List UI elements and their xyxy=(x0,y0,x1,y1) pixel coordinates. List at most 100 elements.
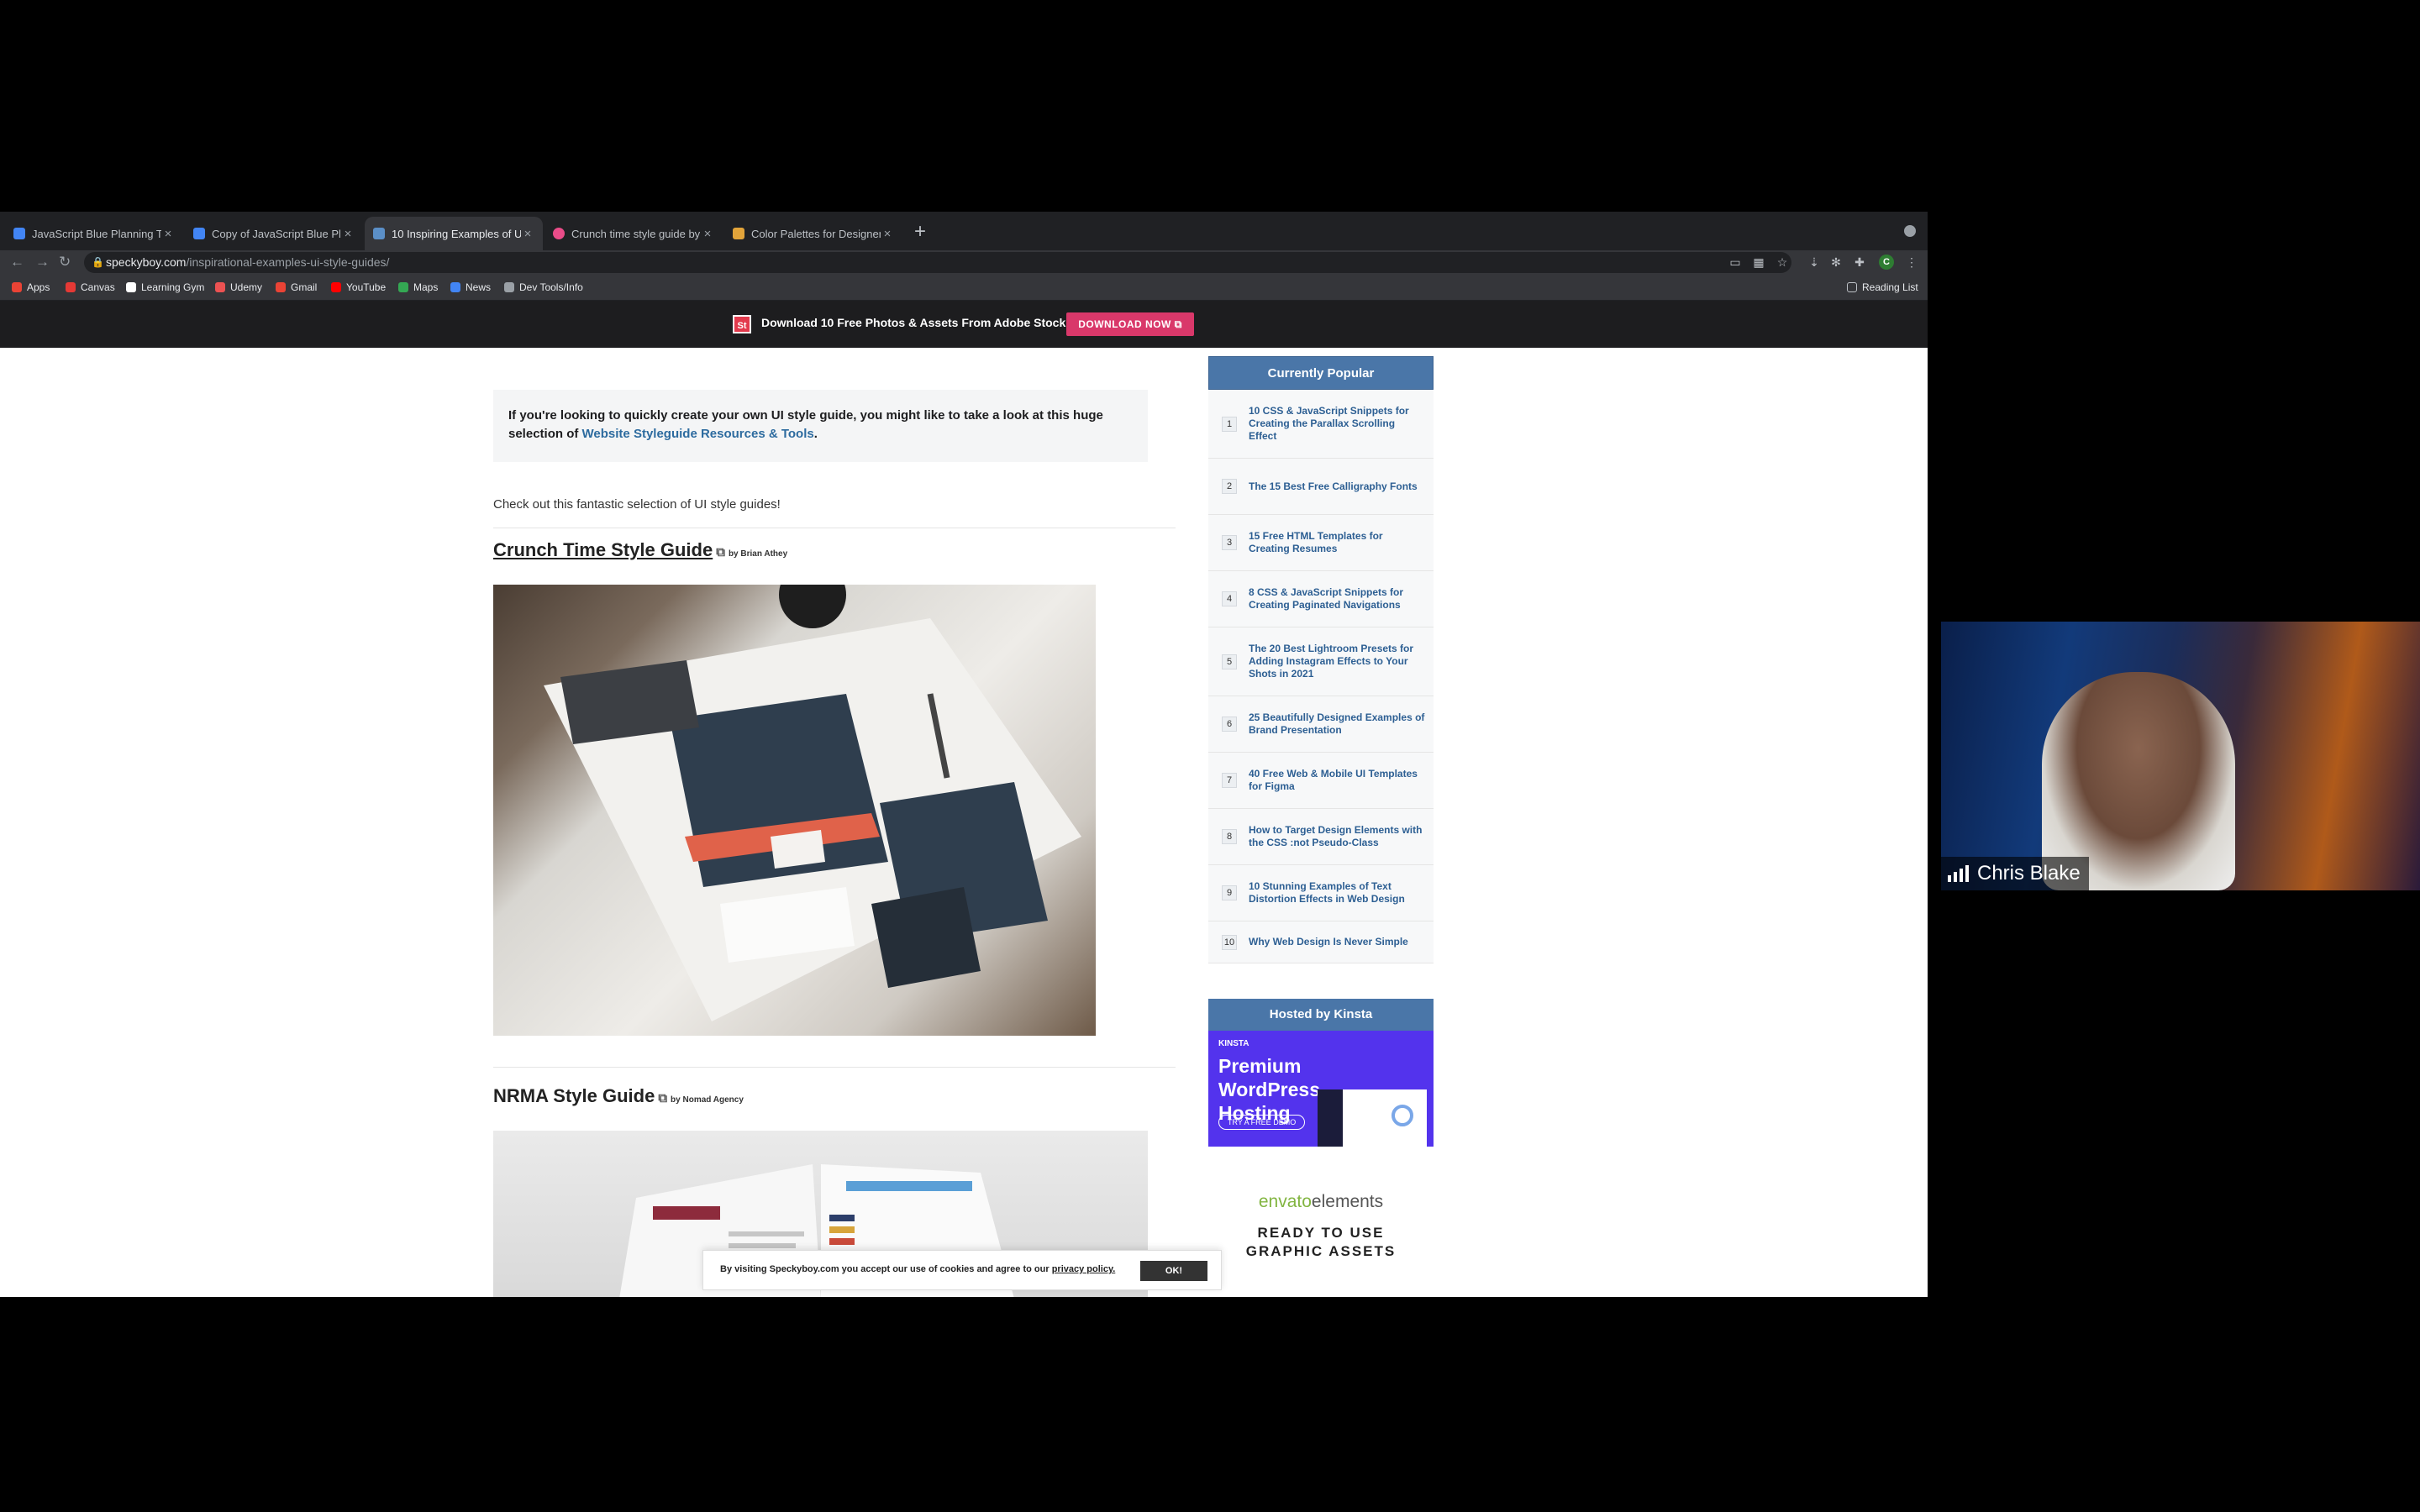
tab-4[interactable]: Color Palettes for Designers a × xyxy=(724,217,902,250)
close-tab-icon[interactable]: × xyxy=(701,227,714,241)
popular-link[interactable]: Why Web Design Is Never Simple xyxy=(1249,936,1408,948)
extensions-puzzle-icon[interactable]: ✚ xyxy=(1854,256,1865,268)
docs-favicon-icon xyxy=(193,228,205,239)
popular-link[interactable]: How to Target Design Elements with the C… xyxy=(1249,824,1425,849)
tab-2-active[interactable]: 10 Inspiring Examples of UI St × xyxy=(365,217,543,250)
learning-gym-icon xyxy=(126,282,136,292)
nrma-link[interactable]: NRMA Style Guide xyxy=(493,1085,655,1106)
rank-badge: 8 xyxy=(1222,829,1237,844)
bookmark-canvas[interactable]: Canvas xyxy=(66,281,115,293)
kinsta-banner[interactable]: KINSTA Premium WordPress Hosting TRY A F… xyxy=(1208,1031,1434,1147)
settings-gear-icon[interactable]: ✻ xyxy=(1830,256,1842,268)
docs-favicon-icon xyxy=(13,228,25,239)
popular-item[interactable]: 3 15 Free HTML Templates for Creating Res… xyxy=(1208,515,1434,571)
popular-link[interactable]: 8 CSS & JavaScript Snippets for Creating… xyxy=(1249,586,1425,612)
popular-item[interactable]: 2 The 15 Best Free Calligraphy Fonts xyxy=(1208,459,1434,515)
close-tab-icon[interactable]: × xyxy=(521,227,534,241)
popular-link[interactable]: 40 Free Web & Mobile UI Templates for Fi… xyxy=(1249,768,1425,793)
bookmark-udemy[interactable]: Udemy xyxy=(215,281,262,293)
envato-elements-ad[interactable]: envatoelements READY TO USE GRAPHIC ASSE… xyxy=(1208,1192,1434,1261)
bookmark-youtube[interactable]: YouTube xyxy=(331,281,386,293)
cookie-ok-button[interactable]: OK! xyxy=(1140,1261,1207,1281)
popular-heading: Currently Popular xyxy=(1208,356,1434,390)
bookmark-dev-tools[interactable]: Dev Tools/Info xyxy=(504,281,583,293)
tab-0[interactable]: JavaScript Blue Planning Temp × xyxy=(5,217,183,250)
popular-link[interactable]: 10 Stunning Examples of Text Distortion … xyxy=(1249,880,1425,906)
popular-item[interactable]: 1 10 CSS & JavaScript Snippets for Creati… xyxy=(1208,390,1434,459)
tab-title: JavaScript Blue Planning Temp xyxy=(32,227,161,240)
popular-item[interactable]: 9 10 Stunning Examples of Text Distortion… xyxy=(1208,865,1434,921)
window-close-icon[interactable] xyxy=(1904,225,1916,237)
back-arrow-icon[interactable]: ← xyxy=(10,254,24,270)
bookmark-label: Gmail xyxy=(291,281,318,293)
rank-badge: 4 xyxy=(1222,591,1237,606)
currently-popular-widget: Currently Popular 1 10 CSS & JavaScript S… xyxy=(1208,356,1434,963)
rank-badge: 9 xyxy=(1222,885,1237,900)
article-author: by Nomad Agency xyxy=(671,1095,744,1105)
download-now-button[interactable]: DOWNLOAD NOW ⧉ xyxy=(1066,312,1194,336)
bookmark-label: Udemy xyxy=(230,281,263,293)
youtube-icon xyxy=(331,282,341,292)
external-link-icon[interactable]: ⧉ xyxy=(716,545,725,559)
popular-item[interactable]: 5 The 20 Best Lightroom Presets for Addin… xyxy=(1208,627,1434,696)
close-tab-icon[interactable]: × xyxy=(881,227,894,241)
browser-toolbar: ← → ↻ 🔒 speckyboy.com/inspirational-exam… xyxy=(0,250,1928,276)
bookmark-label: Apps xyxy=(27,281,50,293)
rank-badge: 2 xyxy=(1222,479,1237,494)
menu-kebab-icon[interactable]: ⋮ xyxy=(1906,256,1918,268)
maps-icon xyxy=(398,282,408,292)
tab-1[interactable]: Copy of JavaScript Blue Plann × xyxy=(185,217,363,250)
reading-list-button[interactable]: Reading List xyxy=(1847,281,1918,293)
tab-3[interactable]: Crunch time style guide by Br × xyxy=(544,217,723,250)
popular-link[interactable]: The 20 Best Lightroom Presets for Adding… xyxy=(1249,643,1425,680)
styleguide-resources-link[interactable]: Website Styleguide Resources & Tools xyxy=(582,427,814,441)
popular-item[interactable]: 4 8 CSS & JavaScript Snippets for Creatin… xyxy=(1208,571,1434,627)
signal-strength-icon xyxy=(1948,865,1969,882)
qr-code-icon[interactable]: ▦ xyxy=(1753,256,1765,268)
close-tab-icon[interactable]: × xyxy=(161,227,175,241)
forward-arrow-icon[interactable]: → xyxy=(35,254,50,270)
bookmark-label: Dev Tools/Info xyxy=(519,281,583,293)
dashboard-preview-image xyxy=(1318,1089,1427,1147)
reload-icon[interactable]: ↻ xyxy=(59,254,71,270)
bookmark-star-icon[interactable]: ☆ xyxy=(1776,256,1788,268)
popular-link[interactable]: 25 Beautifully Designed Examples of Bran… xyxy=(1249,711,1425,737)
tab-strip: JavaScript Blue Planning Temp × Copy of … xyxy=(0,212,1928,250)
participant-name-label: Chris Blake xyxy=(1941,857,2089,890)
popular-item[interactable]: 6 25 Beautifully Designed Examples of Bra… xyxy=(1208,696,1434,753)
popular-link[interactable]: The 15 Best Free Calligraphy Fonts xyxy=(1249,480,1418,493)
kinsta-ad[interactable]: Hosted by Kinsta KINSTA Premium WordPres… xyxy=(1208,999,1434,1147)
rank-badge: 10 xyxy=(1222,934,1237,950)
privacy-policy-link[interactable]: privacy policy. xyxy=(1052,1264,1116,1274)
rank-badge: 1 xyxy=(1222,416,1237,432)
bookmark-learning-gym[interactable]: Learning Gym xyxy=(126,281,204,293)
cast-icon[interactable]: ▭ xyxy=(1729,256,1741,268)
envato-logo-grey: elements xyxy=(1311,1192,1384,1211)
url-path: /inspirational-examples-ui-style-guides/ xyxy=(186,255,390,269)
crunch-time-style-guide-image[interactable] xyxy=(493,585,1096,1036)
bookmark-gmail[interactable]: Gmail xyxy=(276,281,317,293)
bookmark-news[interactable]: News xyxy=(450,281,491,293)
kinsta-heading: Hosted by Kinsta xyxy=(1208,999,1434,1031)
popular-item[interactable]: 7 40 Free Web & Mobile UI Templates for F… xyxy=(1208,753,1434,809)
popular-item[interactable]: 10 Why Web Design Is Never Simple xyxy=(1208,921,1434,963)
popular-link[interactable]: 10 CSS & JavaScript Snippets for Creatin… xyxy=(1249,405,1425,443)
bookmark-maps[interactable]: Maps xyxy=(398,281,438,293)
new-tab-button[interactable]: + xyxy=(914,222,926,242)
popular-item[interactable]: 8 How to Target Design Elements with the … xyxy=(1208,809,1434,865)
try-free-demo-button[interactable]: TRY A FREE DEMO xyxy=(1218,1115,1306,1130)
envato-logo-green: envato xyxy=(1258,1192,1312,1211)
envato-elements-logo: envatoelements xyxy=(1208,1192,1434,1212)
bookmark-label: Canvas xyxy=(81,281,115,293)
external-link-icon[interactable]: ⧉ xyxy=(658,1091,667,1105)
bookmark-label: YouTube xyxy=(346,281,387,293)
close-tab-icon[interactable]: × xyxy=(341,227,355,241)
crunch-time-link[interactable]: Crunch Time Style Guide xyxy=(493,539,713,560)
cookie-text: By visiting Speckyboy.com you accept our… xyxy=(720,1264,1052,1274)
bookmark-apps[interactable]: Apps xyxy=(12,281,50,293)
profile-avatar[interactable]: C xyxy=(1879,255,1894,270)
address-bar[interactable]: 🔒 speckyboy.com/inspirational-examples-u… xyxy=(84,252,1791,273)
popular-link[interactable]: 15 Free HTML Templates for Creating Resu… xyxy=(1249,530,1425,555)
download-icon[interactable]: ⇣ xyxy=(1808,256,1820,268)
bookmarks-bar: Apps Canvas Learning Gym Udemy Gmail You… xyxy=(0,276,1928,301)
